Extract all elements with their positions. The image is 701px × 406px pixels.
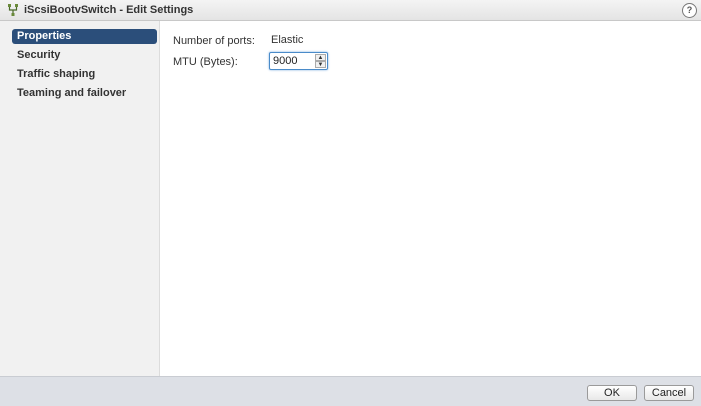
sidebar-item-teaming-and-failover[interactable]: Teaming and failover: [12, 86, 157, 101]
sidebar-item-security[interactable]: Security: [12, 48, 157, 63]
mtu-label: MTU (Bytes):: [173, 56, 238, 68]
spin-up-icon[interactable]: ▲: [315, 54, 326, 61]
cancel-button[interactable]: Cancel: [644, 385, 694, 401]
switch-icon: [6, 3, 20, 17]
ok-button[interactable]: OK: [587, 385, 637, 401]
spin-down-icon[interactable]: ▼: [315, 61, 326, 68]
sidebar-item-properties[interactable]: Properties: [12, 29, 157, 44]
ports-label: Number of ports:: [173, 35, 255, 47]
dialog-footer: OK Cancel: [0, 376, 701, 406]
dialog-titlebar: iScsiBootvSwitch - Edit Settings ?: [0, 0, 701, 21]
sidebar-item-traffic-shaping[interactable]: Traffic shaping: [12, 67, 157, 82]
help-icon[interactable]: ?: [682, 3, 697, 18]
mtu-input[interactable]: [273, 55, 313, 67]
dialog-title: iScsiBootvSwitch - Edit Settings: [24, 4, 194, 16]
settings-sidebar: Properties Security Traffic shaping Team…: [0, 21, 160, 376]
properties-panel: Number of ports: Elastic MTU (Bytes): ▲ …: [160, 21, 701, 376]
mtu-stepper[interactable]: ▲ ▼: [269, 52, 328, 70]
ports-value: Elastic: [271, 34, 304, 46]
